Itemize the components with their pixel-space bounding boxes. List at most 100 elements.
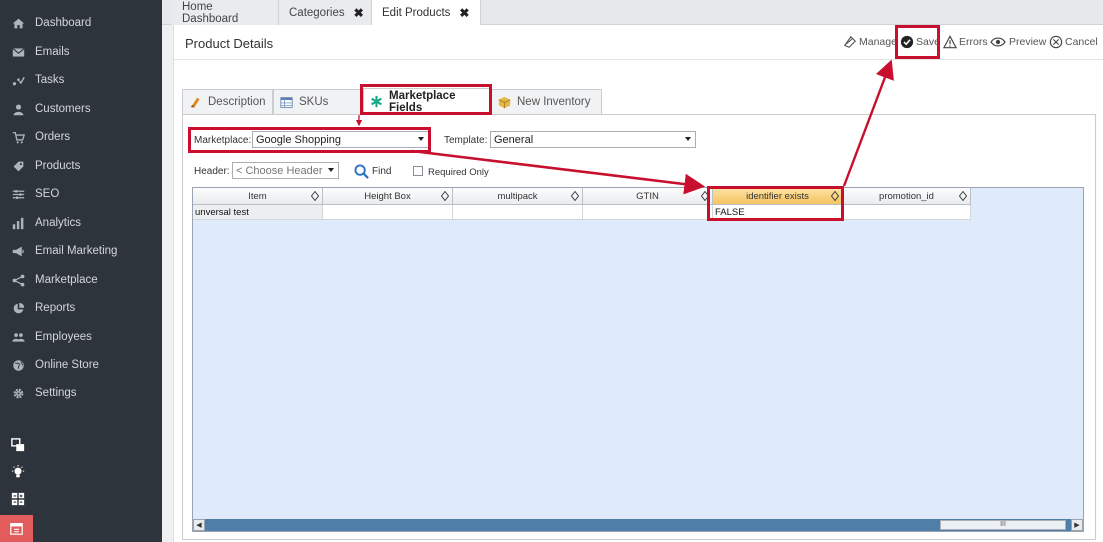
calendar-icon — [10, 523, 23, 535]
tab-bar: Home Dashboard Categories ✖ Edit Product… — [162, 0, 1103, 25]
tab-marketplace-fields[interactable]: Marketplace Fields — [363, 88, 491, 114]
tab-label: Marketplace Fields — [389, 89, 456, 114]
tab-label: Categories — [289, 6, 345, 19]
find-label: Find — [372, 165, 392, 177]
sidebar-item-label: Employees — [35, 331, 92, 343]
lightbulb-icon[interactable] — [11, 465, 25, 479]
tab-new-inventory[interactable]: New Inventory — [491, 89, 602, 114]
table-row[interactable]: unversal test FALSE — [193, 205, 971, 220]
sidebar-item-tasks[interactable]: Tasks — [0, 66, 162, 94]
check-circle-icon — [900, 35, 914, 49]
column-header-item[interactable]: Item — [193, 188, 323, 205]
sidebar-item-label: SEO — [35, 188, 60, 200]
tab-skus[interactable]: SKUs — [273, 89, 361, 114]
sidebar-item-settings[interactable]: Settings — [0, 379, 162, 407]
sort-icon — [959, 191, 967, 201]
preview-button[interactable]: Preview — [989, 34, 1046, 50]
column-header-promotion-id[interactable]: promotion_id — [843, 188, 971, 205]
horizontal-scrollbar[interactable]: ◀ III ▶ — [193, 519, 1083, 531]
tab-description[interactable]: Description — [182, 89, 273, 114]
close-icon[interactable]: ✖ — [459, 6, 469, 20]
close-icon[interactable]: ✖ — [354, 6, 364, 20]
scroll-right-button[interactable]: ▶ — [1071, 519, 1083, 531]
column-header-multipack[interactable]: multipack — [453, 188, 583, 205]
calendar-button[interactable] — [0, 515, 33, 542]
preview-label: Preview — [1009, 36, 1047, 48]
sidebar-item-marketplace[interactable]: Marketplace — [0, 266, 162, 294]
template-value: General — [494, 133, 534, 146]
windows-icon[interactable] — [11, 438, 25, 452]
column-label: GTIN — [636, 190, 659, 202]
grid-header: Item Height Box multipack GTIN identifie… — [193, 188, 971, 205]
sidebar-item-online-store[interactable]: Online Store — [0, 351, 162, 379]
warning-icon — [943, 35, 957, 49]
template-select[interactable]: General — [490, 131, 696, 148]
required-only-checkbox[interactable] — [413, 166, 423, 176]
sidebar-item-analytics[interactable]: Analytics — [0, 209, 162, 237]
sidebar-item-customers[interactable]: Customers — [0, 95, 162, 123]
sidebar-item-seo[interactable]: SEO — [0, 180, 162, 208]
sidebar-item-label: Products — [35, 160, 81, 172]
tab-categories[interactable]: Categories ✖ — [279, 0, 372, 25]
template-label: Template: — [444, 135, 488, 146]
sort-icon — [441, 191, 449, 201]
divider — [174, 59, 1103, 60]
header-select[interactable]: < Choose Header — [232, 162, 339, 179]
sidebar-item-email-marketing[interactable]: Email Marketing — [0, 237, 162, 265]
sidebar-item-label: Customers — [35, 103, 91, 115]
header-label: Header: — [194, 166, 230, 177]
page-title: Product Details — [185, 36, 274, 51]
save-button[interactable]: Save — [900, 34, 940, 50]
calculator-icon[interactable] — [11, 492, 25, 506]
column-label: promotion_id — [879, 190, 934, 202]
pie-chart-icon — [10, 301, 26, 315]
sidebar-item-label: Analytics — [35, 217, 82, 229]
tab-label: Edit Products — [382, 6, 451, 19]
column-header-height-box[interactable]: Height Box — [323, 188, 453, 205]
cell-multipack[interactable] — [453, 205, 583, 220]
manage-button[interactable]: Manage — [843, 34, 897, 50]
cell-gtin[interactable] — [583, 205, 713, 220]
chevron-down-icon — [418, 137, 424, 141]
table-icon — [280, 96, 293, 109]
find-button[interactable]: Find — [354, 163, 391, 179]
sidebar-item-label: Orders — [35, 131, 71, 143]
sort-icon — [701, 191, 709, 201]
tasks-icon — [10, 73, 26, 87]
sidebar-item-products[interactable]: Products — [0, 152, 162, 180]
sliders-icon — [10, 187, 26, 201]
scroll-left-button[interactable]: ◀ — [193, 519, 205, 531]
sidebar-item-label: Dashboard — [35, 17, 92, 29]
cell-item[interactable]: unversal test — [193, 205, 323, 220]
sort-icon — [571, 191, 579, 201]
cell-promotion-id[interactable] — [843, 205, 971, 220]
column-header-gtin[interactable]: GTIN — [583, 188, 713, 205]
search-icon — [354, 163, 369, 179]
tab-edit-products[interactable]: Edit Products ✖ — [372, 0, 481, 25]
sidebar-item-dashboard[interactable]: Dashboard — [0, 9, 162, 37]
tab-label: Home Dashboard — [182, 0, 239, 25]
user-icon — [10, 102, 26, 116]
tab-label: New Inventory — [517, 96, 591, 108]
marketplace-label: Marketplace: — [194, 135, 252, 146]
sidebar-item-employees[interactable]: Employees — [0, 323, 162, 351]
sidebar-item-label: Marketplace — [35, 274, 98, 286]
column-header-identifier-exists[interactable]: identifier exists — [713, 188, 843, 205]
cell-identifier-exists[interactable]: FALSE — [713, 205, 843, 220]
sidebar-item-orders[interactable]: Orders — [0, 123, 162, 151]
description-icon — [189, 96, 202, 109]
errors-button[interactable]: Errors — [943, 34, 988, 50]
sidebar-item-emails[interactable]: Emails — [0, 38, 162, 66]
arrow-left-icon: ◀ — [196, 522, 202, 529]
arrow-right-icon: ▶ — [1074, 522, 1080, 529]
cell-height-box[interactable] — [323, 205, 453, 220]
tab-home-dashboard[interactable]: Home Dashboard — [172, 0, 279, 25]
sidebar-item-reports[interactable]: Reports — [0, 294, 162, 322]
scroll-thumb[interactable]: III — [940, 520, 1066, 530]
cancel-button[interactable]: Cancel — [1049, 34, 1098, 50]
errors-label: Errors — [959, 36, 988, 48]
sort-icon — [831, 191, 839, 201]
sidebar-item-label: Reports — [35, 302, 76, 314]
marketplace-select[interactable]: Google Shopping — [252, 131, 429, 148]
globe-icon — [10, 358, 26, 372]
